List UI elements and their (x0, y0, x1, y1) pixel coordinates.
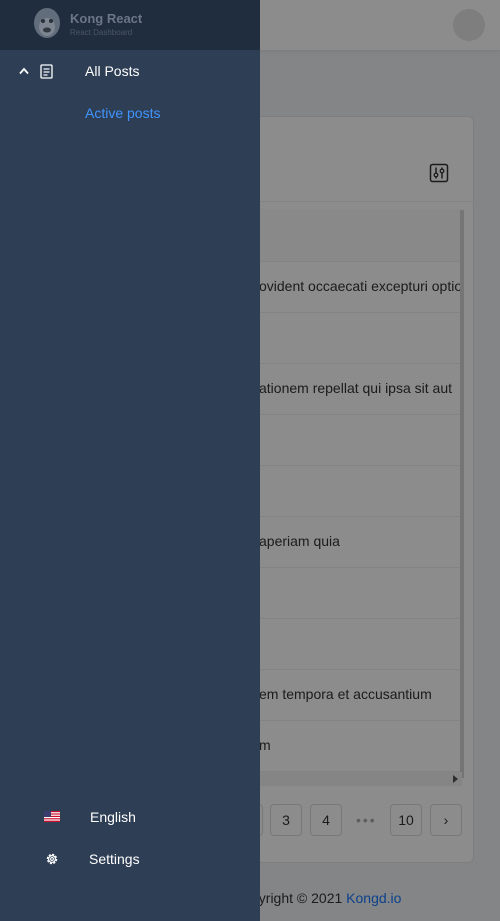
settings-menu-item[interactable]: Settings (0, 839, 260, 879)
menu-label-active-posts: Active posts (85, 105, 161, 121)
sidebar-drawer: Kong React React Dashboard All Posts Act… (0, 0, 260, 921)
menu-item-all-posts[interactable]: All Posts (0, 51, 260, 91)
menu-label-all-posts: All Posts (85, 63, 140, 79)
gear-icon (46, 853, 58, 865)
settings-label: Settings (89, 851, 140, 867)
logo-area[interactable]: Kong React React Dashboard (0, 0, 260, 50)
chevron-up-icon[interactable] (19, 67, 29, 75)
language-label: English (90, 809, 136, 825)
menu-item-active-posts[interactable]: Active posts (0, 93, 260, 133)
document-icon (40, 64, 53, 79)
logo-subtitle: React Dashboard (70, 28, 133, 37)
language-selector[interactable]: English (0, 797, 260, 837)
gorilla-logo-icon (34, 8, 60, 38)
us-flag-icon (44, 811, 60, 822)
logo-title: Kong React (70, 11, 143, 26)
